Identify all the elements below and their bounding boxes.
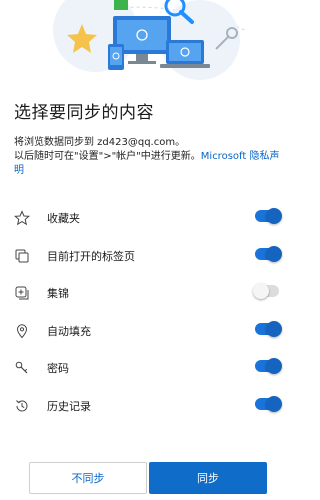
autofill-toggle[interactable] [255,320,282,337]
toggle-knob [253,283,269,299]
sync-item-passwords[interactable]: 密码 [0,350,295,388]
phone-icon [108,44,124,70]
sync-illustration [53,0,246,80]
history-toggle[interactable] [255,395,282,412]
star-outline-icon [14,210,30,226]
sync-item-label: 密码 [47,362,69,375]
location-pin-icon [16,323,28,338]
sync-description: 将浏览数据同步到 zd423@qq.com。 以后随时可在"设置">"帐户"中进… [14,136,284,178]
sync-item-label: 目前打开的标签页 [47,249,135,263]
toggle-knob [266,320,282,337]
sync-item-label: 集锦 [47,287,69,300]
sync-item-label: 自动填充 [47,324,91,338]
history-icon [16,399,28,411]
toggle-knob [266,245,282,262]
collections-toggle[interactable] [253,283,279,299]
key-icon [15,361,28,374]
toggle-knob [266,358,282,374]
description-line-1: 将浏览数据同步到 zd423@qq.com。 [14,137,186,148]
sync-item-label: 历史记录 [47,399,91,413]
sync-item-autofill[interactable]: 自动填充 [0,313,295,351]
toggle-knob [266,395,282,412]
laptop-icon [160,40,210,68]
tabs-icon [15,249,29,262]
decline-sync-button[interactable]: 不同步 [29,462,147,494]
page-title: 选择要同步的内容 [14,103,154,123]
toggle-knob [266,208,282,224]
sync-item-history[interactable]: 历史记录 [0,388,295,426]
description-line-2: 以后随时可在"设置">"帐户"中进行更新。Microsoft 隐私声明 [14,151,280,176]
open-tabs-toggle[interactable] [255,245,282,262]
accept-sync-button[interactable]: 同步 [149,462,267,494]
green-square-icon [114,0,128,10]
collections-icon [15,286,29,300]
sync-item-collections[interactable]: 集锦 [0,275,295,313]
passwords-toggle[interactable] [255,358,282,374]
sync-item-open-tabs[interactable]: 目前打开的标签页 [0,238,295,276]
sync-item-favorites[interactable]: 收藏夹 [0,200,295,238]
sync-options-list: 收藏夹 目前打开的标签页 集锦 自动填充 密码 历史记录 [0,200,295,425]
sync-item-label: 收藏夹 [47,212,80,225]
favorites-toggle[interactable] [255,208,282,224]
